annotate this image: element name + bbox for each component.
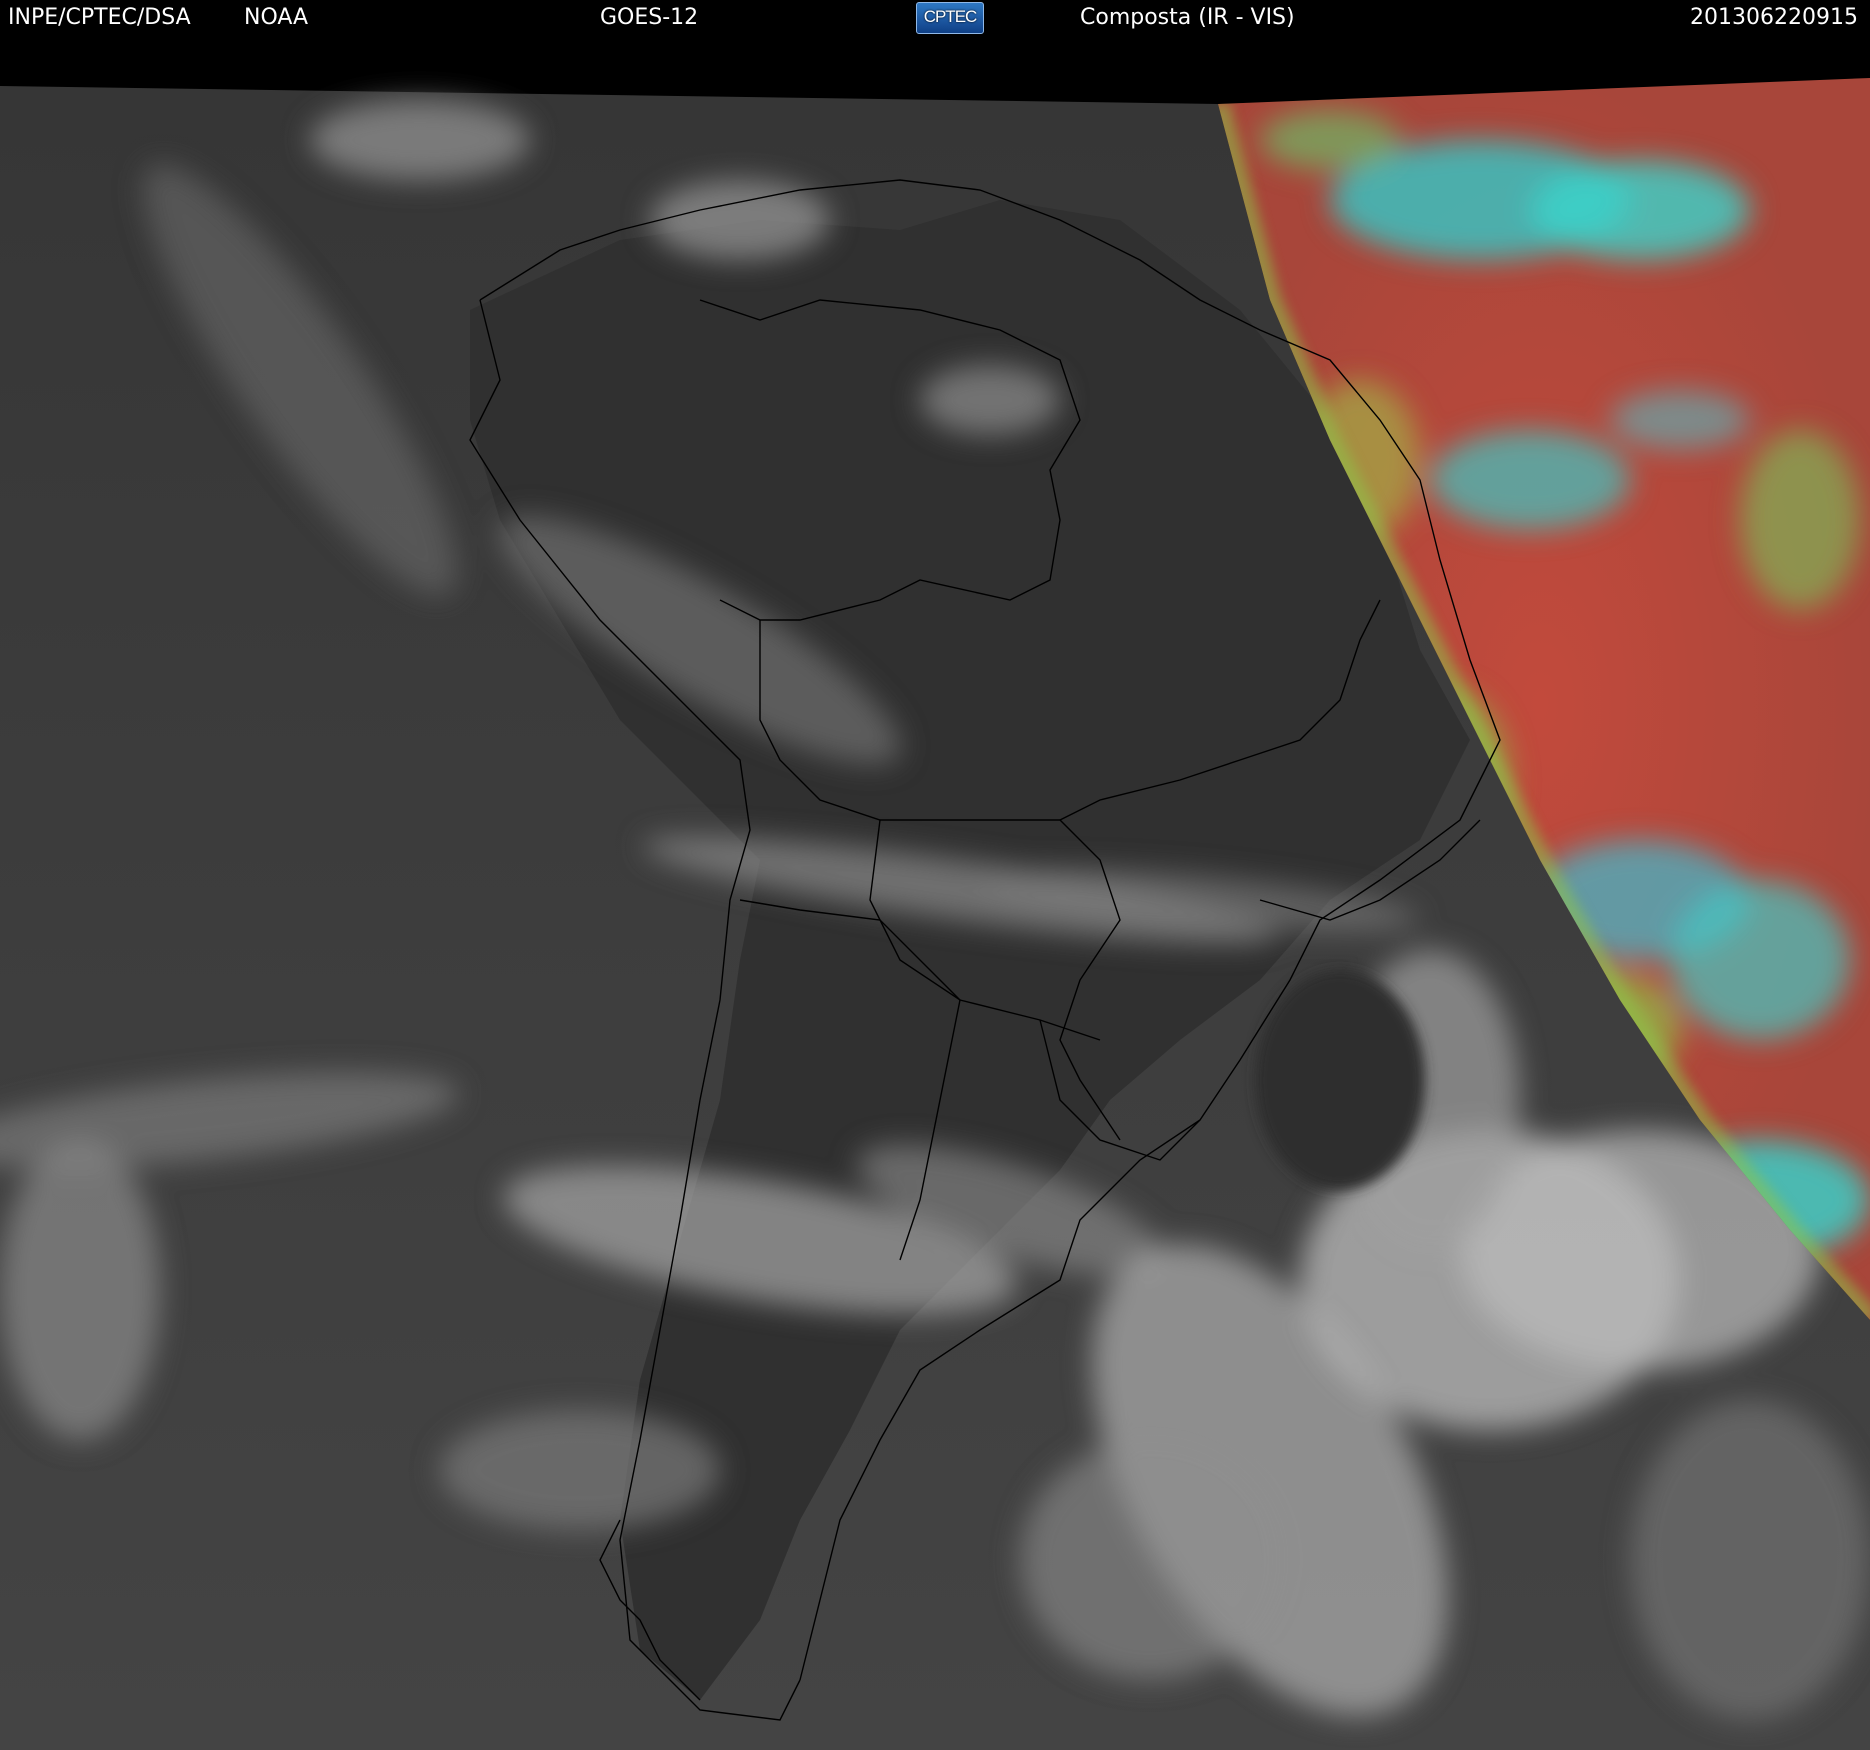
satellite-image: [0, 78, 1870, 1750]
cyclone-dry-slot: [1255, 970, 1425, 1190]
